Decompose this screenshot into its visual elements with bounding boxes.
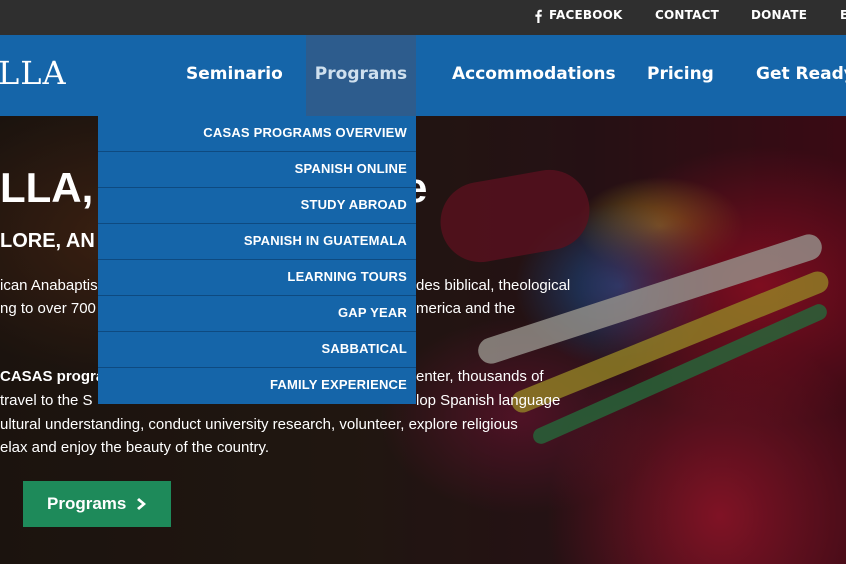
programs-dropdown-menu: CASAS PROGRAMS OVERVIEW SPANISH ONLINE S… [98,116,416,404]
hero-text-line: ng to over 700 [0,300,96,317]
hero-text-line: enter, thousands of [416,368,544,385]
dropdown-item-sabbatical[interactable]: SABBATICAL [98,332,416,368]
nav-item-get-ready[interactable]: Get Ready [756,35,846,116]
chevron-right-icon [137,498,146,510]
site-logo[interactable]: LLA [0,54,67,92]
nav-item-seminario[interactable]: Seminario [186,35,283,116]
dropdown-item-gap-year[interactable]: GAP YEAR [98,296,416,332]
dropdown-item-family-experience[interactable]: FAMILY EXPERIENCE [98,368,416,404]
hero-text-bold: CASAS progra [0,368,105,385]
nav-item-accommodations[interactable]: Accommodations [452,35,616,116]
programs-button-label: Programs [47,494,127,513]
textile-decoration [530,301,830,447]
facebook-icon [535,9,542,23]
hero-title: LLA, [0,164,94,211]
hero-text-line: merica and the [416,300,516,317]
hero-text-line: ican Anabaptis [0,277,98,294]
textile-decoration [434,163,596,269]
hero-text-line: des biblical, theological [416,277,571,294]
dropdown-item-casas-programs-overview[interactable]: CASAS PROGRAMS OVERVIEW [98,116,416,152]
facebook-link[interactable]: FACEBOOK [549,0,623,35]
dropdown-item-learning-tours[interactable]: LEARNING TOURS [98,260,416,296]
hero-text-line: ultural understanding, conduct universit… [0,416,518,433]
hero-text-line: travel to the S [0,392,93,409]
contact-link[interactable]: CONTACT [655,0,719,35]
nav-item-pricing[interactable]: Pricing [647,35,714,116]
main-navigation: LLA Seminario Programs Accommodations Pr… [0,35,846,116]
hero-text-line: elax and enjoy the beauty of the country… [0,439,270,456]
dropdown-item-study-abroad[interactable]: STUDY ABROAD [98,188,416,224]
dropdown-item-spanish-in-guatemala[interactable]: SPANISH IN GUATEMALA [98,224,416,260]
nav-item-programs[interactable]: Programs [306,35,416,116]
hero-text-line: lop Spanish language [416,392,561,409]
hero-text-line: CASAS progra [0,368,104,385]
donate-link[interactable]: DONATE [751,0,807,35]
dropdown-item-spanish-online[interactable]: SPANISH ONLINE [98,152,416,188]
textile-decoration [474,231,826,367]
cut-off-utility-link[interactable]: E [840,0,846,35]
hero-subtitle: LORE, AN [0,230,95,252]
programs-button[interactable]: Programs [23,481,171,527]
utility-bar: FACEBOOK CONTACT DONATE E [0,0,846,35]
